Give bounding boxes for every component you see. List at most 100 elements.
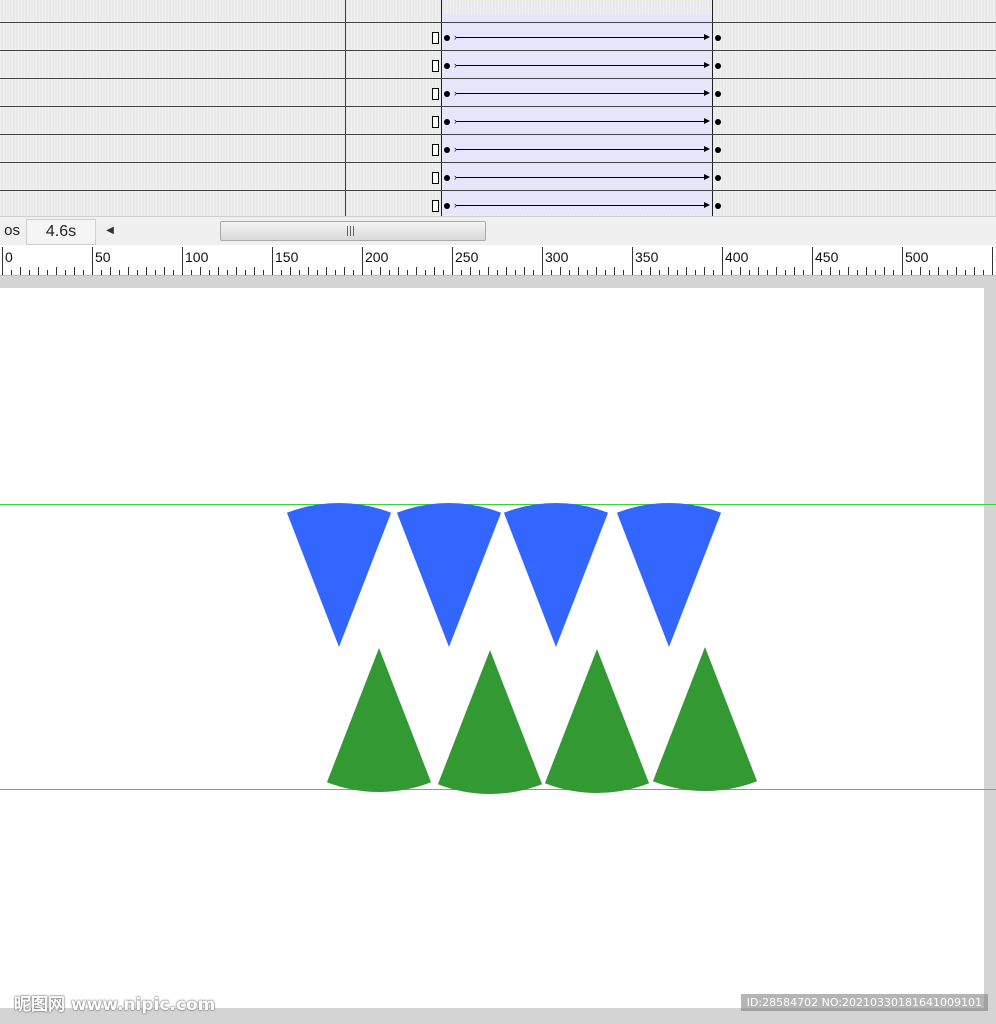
ruler-minor-tick <box>983 270 984 275</box>
ruler-minor-tick <box>416 267 417 275</box>
ruler-minor-tick <box>569 270 570 275</box>
ruler-minor-tick <box>911 270 912 275</box>
timeline-layer-row[interactable]: › <box>0 93 996 128</box>
ruler-minor-tick <box>173 270 174 275</box>
ruler-minor-tick <box>263 270 264 275</box>
timeline-layer-row[interactable]: › <box>0 65 996 100</box>
ruler-major-tick <box>272 247 273 275</box>
elapsed-time-readout: 4.6s <box>26 219 96 245</box>
blue-sector-shape[interactable] <box>396 503 502 647</box>
ruler-minor-tick <box>137 270 138 275</box>
green-sector-shape[interactable] <box>652 647 758 791</box>
ruler-minor-tick <box>83 270 84 275</box>
ruler-minor-tick <box>920 267 921 275</box>
timeline-layer-row[interactable]: › <box>0 37 996 72</box>
ruler-minor-tick <box>533 270 534 275</box>
ruler-minor-tick <box>479 270 480 275</box>
ruler-minor-tick <box>605 270 606 275</box>
ruler-minor-tick <box>335 270 336 275</box>
timeline-layer-row[interactable]: › <box>0 9 996 44</box>
ruler-minor-tick <box>587 270 588 275</box>
ruler-minor-tick <box>857 270 858 275</box>
ruler-minor-tick <box>209 270 210 275</box>
scroll-left-arrow-icon[interactable]: ◀ <box>100 222 120 240</box>
timeline-layer-row[interactable]: › <box>0 177 996 212</box>
ruler-minor-tick <box>164 267 165 275</box>
ruler-minor-tick <box>56 267 57 275</box>
ruler-minor-tick <box>956 267 957 275</box>
ruler-minor-tick <box>713 270 714 275</box>
ruler-minor-tick <box>659 270 660 275</box>
ruler-label: 250 <box>455 249 479 265</box>
ruler-major-tick <box>812 247 813 275</box>
ruler-major-tick <box>722 247 723 275</box>
ruler-minor-tick <box>146 267 147 275</box>
ruler-minor-tick <box>281 270 282 275</box>
tween-track[interactable]: › <box>0 191 996 219</box>
ruler-minor-tick <box>947 270 948 275</box>
timeline-layer-row[interactable]: › <box>0 121 996 156</box>
timeline-statusbar: os 4.6s ◀ <box>0 216 996 245</box>
ruler-label: 350 <box>635 249 659 265</box>
ruler-minor-tick <box>974 267 975 275</box>
motion-tween-arrow <box>456 205 706 206</box>
ruler-minor-tick <box>398 267 399 275</box>
timeline-panel[interactable]: ››››››› <box>0 0 996 216</box>
blue-sector-shape[interactable] <box>286 503 392 647</box>
ruler-minor-tick <box>101 270 102 275</box>
blue-sector-shape[interactable] <box>503 503 609 647</box>
ruler-minor-tick <box>524 267 525 275</box>
blue-sector-shape[interactable] <box>616 503 722 647</box>
ruler-minor-tick <box>668 267 669 275</box>
ruler-minor-tick <box>839 270 840 275</box>
ruler-minor-tick <box>353 270 354 275</box>
ruler-minor-tick <box>884 267 885 275</box>
ruler-minor-tick <box>614 267 615 275</box>
ruler-minor-tick <box>641 270 642 275</box>
keyframe-dot-icon[interactable] <box>715 203 721 209</box>
playhead[interactable] <box>345 0 346 216</box>
ruler-minor-tick <box>308 267 309 275</box>
ruler-minor-tick <box>695 270 696 275</box>
ruler-minor-tick <box>110 267 111 275</box>
ruler-minor-tick <box>650 267 651 275</box>
ruler-minor-tick <box>731 270 732 275</box>
stage-shapes <box>286 503 758 794</box>
ruler-label: 200 <box>365 249 389 265</box>
green-sector-shape[interactable] <box>544 649 650 793</box>
stage-area <box>0 276 996 1024</box>
ruler-minor-tick <box>560 267 561 275</box>
ruler-major-tick <box>182 247 183 275</box>
ruler-major-tick <box>902 247 903 275</box>
ruler-minor-tick <box>785 270 786 275</box>
green-sector-shape[interactable] <box>326 648 432 792</box>
ruler-minor-tick <box>470 267 471 275</box>
ruler-major-tick <box>362 247 363 275</box>
ruler-label: 300 <box>545 249 569 265</box>
ruler-minor-tick <box>425 270 426 275</box>
ruler-label: 50 <box>95 249 111 265</box>
ruler-minor-tick <box>236 267 237 275</box>
ruler-minor-tick <box>371 270 372 275</box>
ruler-minor-tick <box>407 270 408 275</box>
ruler-minor-tick <box>29 270 30 275</box>
ruler-minor-tick <box>506 267 507 275</box>
timeline-layer-row[interactable]: › <box>0 149 996 184</box>
horizontal-scrollbar-thumb[interactable] <box>220 221 486 241</box>
keyframe-dot-icon[interactable] <box>444 203 450 209</box>
ruler-label: 400 <box>725 249 749 265</box>
fps-readout: os <box>4 222 20 239</box>
ruler-minor-tick <box>497 270 498 275</box>
ruler-minor-tick <box>749 270 750 275</box>
green-sector-shape[interactable] <box>437 650 543 794</box>
ruler-minor-tick <box>965 270 966 275</box>
ruler-minor-tick <box>74 267 75 275</box>
ruler-minor-tick <box>830 267 831 275</box>
ruler-label: 500 <box>905 249 929 265</box>
ruler-minor-tick <box>596 267 597 275</box>
ruler-minor-tick <box>47 270 48 275</box>
watermark-id: ID:28584702 NO:20210330181641009101 <box>740 994 988 1011</box>
ruler-minor-tick <box>623 270 624 275</box>
empty-keyframe-icon[interactable] <box>432 200 439 212</box>
ruler-minor-tick <box>443 270 444 275</box>
